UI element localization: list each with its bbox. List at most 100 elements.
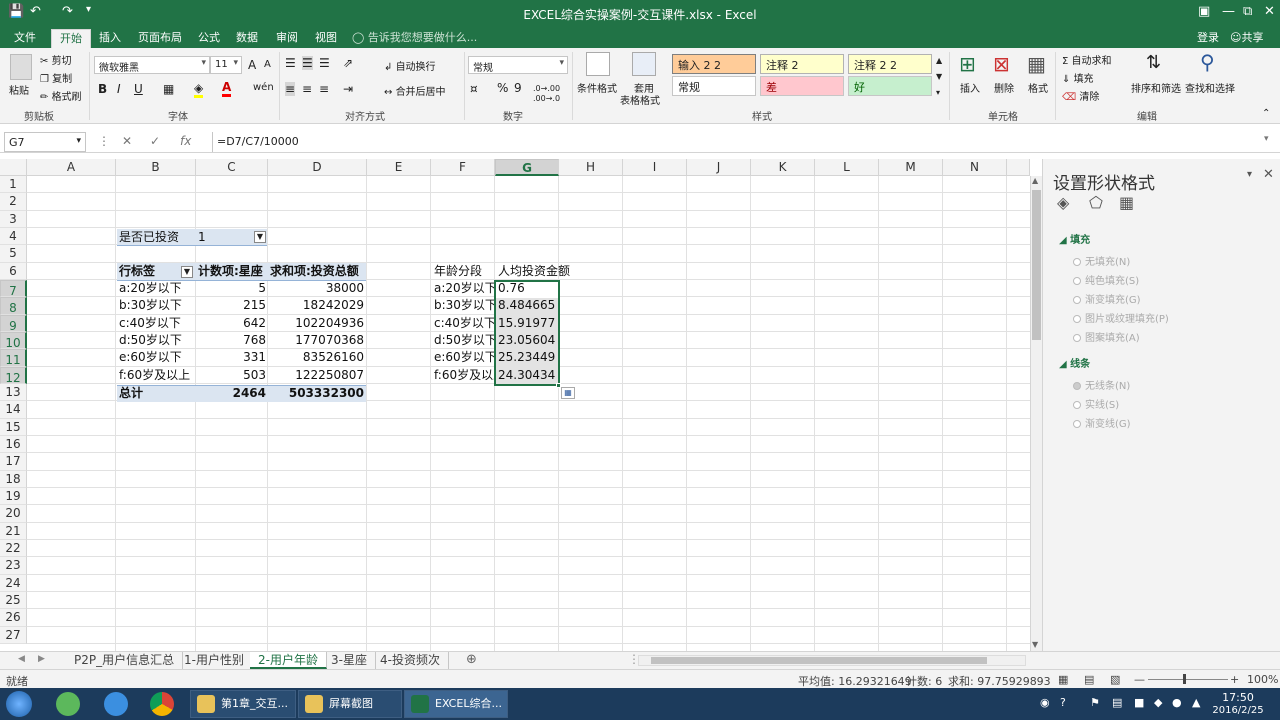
panel-options-icon[interactable]: ▾ <box>1247 169 1252 180</box>
row-header[interactable]: 18 <box>0 470 27 488</box>
tell-me-search[interactable]: ◯ 告诉我您想要做什么... <box>352 29 477 45</box>
table-format-label-2[interactable]: 表格格式 <box>620 92 660 107</box>
line-option-solid[interactable]: 实线(S) <box>1073 396 1119 411</box>
col-header-g[interactable]: G <box>495 159 559 176</box>
page-break-icon[interactable]: ▧ <box>1110 673 1120 686</box>
avg-row-amount[interactable]: 0.76 <box>496 280 558 297</box>
dropdown-icon[interactable]: ▼ <box>181 266 193 278</box>
sheet-tab-frequency[interactable]: 4-投资频次 <box>372 652 449 669</box>
row-header[interactable]: 19 <box>0 487 27 506</box>
styles-more-icon[interactable]: ▾ <box>936 88 940 97</box>
fill-button[interactable]: ⇓ 填充 <box>1062 70 1094 85</box>
start-button-icon[interactable] <box>6 691 32 717</box>
row-header[interactable]: 6 <box>0 262 27 280</box>
tab-home[interactable]: 开始 <box>51 29 91 48</box>
row-header[interactable]: 2 <box>0 193 27 211</box>
cancel-icon[interactable]: ✕ <box>122 134 132 148</box>
avg-row-age[interactable]: b:30岁以下 <box>432 297 494 314</box>
row-header[interactable]: 12 <box>0 366 27 385</box>
tab-insert[interactable]: 插入 <box>91 29 129 48</box>
font-color-icon[interactable]: A <box>222 80 232 97</box>
col-header-j[interactable]: J <box>687 159 751 176</box>
pivot-row-label[interactable]: f:60岁及以上 <box>117 367 195 384</box>
tray-yellow-icon[interactable]: ● <box>1172 696 1182 709</box>
avg-row-age[interactable]: a:20岁以下 <box>432 280 494 297</box>
col-header-d[interactable]: D <box>268 159 367 176</box>
fill-option-gradient[interactable]: 渐变填充(G) <box>1073 291 1141 306</box>
expand-formula-icon[interactable]: ▾ <box>1264 134 1269 144</box>
format-cells-button[interactable]: 格式 <box>1028 80 1048 95</box>
bold-button[interactable]: B <box>98 82 107 96</box>
zoom-in-icon[interactable]: + <box>1230 673 1239 686</box>
paste-icon[interactable] <box>10 54 32 80</box>
col-header-m[interactable]: M <box>879 159 943 176</box>
size-properties-icon[interactable]: ▦ <box>1119 193 1134 212</box>
chrome-icon[interactable] <box>150 692 174 716</box>
row-header[interactable]: 13 <box>0 383 27 402</box>
row-header[interactable]: 16 <box>0 435 27 454</box>
row-header[interactable]: 9 <box>0 314 27 333</box>
style-bad[interactable]: 差 <box>760 76 844 96</box>
tab-file[interactable]: 文件 <box>6 29 44 48</box>
style-good[interactable]: 好 <box>848 76 932 96</box>
pivot-row-count[interactable]: 5 <box>196 280 268 297</box>
row-header[interactable]: 24 <box>0 574 27 592</box>
fx-icon[interactable]: fx <box>180 134 191 148</box>
effects-icon[interactable]: ⬠ <box>1089 193 1103 212</box>
pivot-row-count[interactable]: 503 <box>196 367 268 384</box>
increase-decimal-button[interactable]: .0→.00 <box>533 84 560 93</box>
col-header-n[interactable]: N <box>943 159 1007 176</box>
row-header[interactable]: 22 <box>0 539 27 558</box>
orientation-icon[interactable]: ⇗ <box>343 56 353 70</box>
avg-row-amount[interactable]: 24.30434 <box>496 367 558 384</box>
line-option-none[interactable]: 无线条(N) <box>1073 377 1130 392</box>
fill-section-header[interactable]: ◢ 填充 <box>1059 231 1090 246</box>
align-left-icon[interactable]: ≡ <box>285 82 296 96</box>
copy-button[interactable]: ❐ 复制 <box>40 70 72 85</box>
clock-time[interactable]: 17:50 <box>1210 691 1266 704</box>
network-icon[interactable]: ▤ <box>1112 696 1122 709</box>
sort-filter-button[interactable]: 排序和筛选 <box>1131 80 1181 95</box>
underline-button[interactable]: U <box>134 82 143 96</box>
quick-analysis-icon[interactable]: ▦ <box>561 387 575 399</box>
fill-color-icon[interactable]: ◈ <box>194 81 204 98</box>
avg-row-amount[interactable]: 8.484665 <box>496 297 558 314</box>
col-header-k[interactable]: K <box>751 159 815 176</box>
col-header-b[interactable]: B <box>116 159 196 176</box>
avg-row-age[interactable]: e:60岁以下 <box>432 349 494 366</box>
shrink-font-button[interactable]: A <box>264 59 271 70</box>
merge-center-button[interactable]: ↔ 合并后居中 <box>384 83 446 98</box>
pivot-row-sum[interactable]: 38000 <box>268 280 366 297</box>
taskbar-item-screenshots[interactable]: 屏幕截图 <box>298 690 402 718</box>
row-header[interactable]: 4 <box>0 227 27 246</box>
align-top-icon[interactable]: ☰ <box>285 56 296 70</box>
wrap-text-button[interactable]: ↲ 自动换行 <box>384 58 436 73</box>
row-header[interactable]: 23 <box>0 557 27 575</box>
panel-close-icon[interactable]: ✕ <box>1263 167 1274 182</box>
tab-formulas[interactable]: 公式 <box>190 29 228 48</box>
row-header[interactable]: 26 <box>0 609 27 627</box>
pivot-row-sum[interactable]: 102204936 <box>268 315 366 332</box>
styles-scroll-down-icon[interactable]: ▼ <box>936 72 942 81</box>
taskbar-item-excel[interactable]: EXCEL综合... <box>404 690 508 718</box>
app-blue-icon[interactable] <box>104 692 128 716</box>
find-select-button[interactable]: 查找和选择 <box>1185 80 1235 95</box>
style-input[interactable]: 输入 2 2 <box>672 54 756 74</box>
number-format-select[interactable]: 常规 ▾ <box>468 56 568 74</box>
row-header[interactable]: 5 <box>0 245 27 263</box>
autosum-button[interactable]: Σ 自动求和 <box>1062 52 1112 67</box>
avg-row-age[interactable]: c:40岁以下 <box>432 315 494 332</box>
name-box[interactable]: G7 ▾ <box>4 132 86 152</box>
scroll-thumb[interactable] <box>1032 190 1041 340</box>
close-icon[interactable]: ✕ <box>1264 4 1275 19</box>
grow-font-button[interactable]: A <box>248 58 256 72</box>
sheet-tab-zodiac[interactable]: 3-星座 <box>323 652 376 669</box>
restore-icon[interactable]: ⧉ <box>1243 4 1252 19</box>
tab-review[interactable]: 审阅 <box>268 29 306 48</box>
pivot-filter-value[interactable]: 1 <box>196 229 256 246</box>
avg-row-amount[interactable]: 25.23449 <box>496 349 558 366</box>
sheet-tab-gender[interactable]: 1-用户性别 <box>176 652 253 669</box>
comma-button[interactable]: 9 <box>514 81 522 95</box>
sheet-tab-age[interactable]: 2-用户年龄 <box>250 652 327 669</box>
italic-button[interactable]: I <box>117 82 121 96</box>
